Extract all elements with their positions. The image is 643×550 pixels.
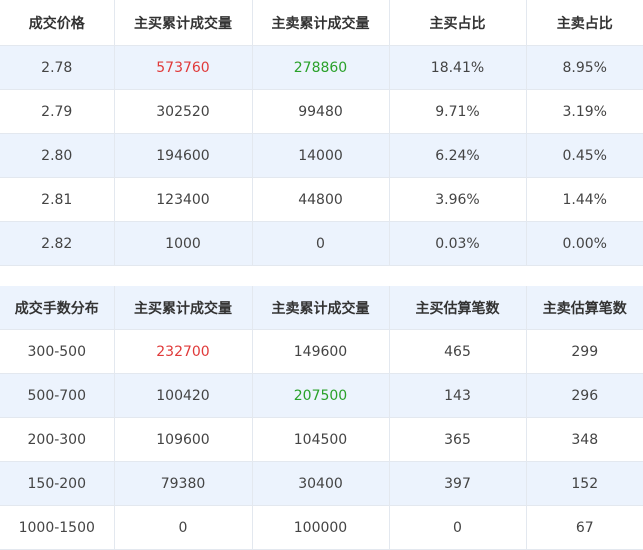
table-header-row: 成交手数分布 主买累计成交量 主卖累计成交量 主买估算笔数 主卖估算笔数 bbox=[0, 286, 643, 330]
table-row: 2.78 573760 278860 18.41% 8.95% bbox=[0, 45, 643, 90]
table-cell: 9.71% bbox=[389, 89, 527, 134]
table-cell: 2.81 bbox=[0, 177, 115, 222]
table-cell: 2.80 bbox=[0, 133, 115, 178]
table-cell: 14000 bbox=[252, 133, 390, 178]
column-header-sell-volume[interactable]: 主卖累计成交量 bbox=[252, 286, 390, 330]
column-header-buy-volume[interactable]: 主买累计成交量 bbox=[114, 0, 253, 46]
table-row: 2.80 194600 14000 6.24% 0.45% bbox=[0, 133, 643, 178]
table-cell: 573760 bbox=[114, 45, 253, 90]
table-cell: 18.41% bbox=[389, 45, 527, 90]
table-row: 500-700 100420 207500 143 296 bbox=[0, 373, 643, 418]
price-distribution-table: 成交价格 主买累计成交量 主卖累计成交量 主买占比 主卖占比 2.78 5737… bbox=[0, 0, 643, 266]
table-cell: 232700 bbox=[114, 329, 253, 374]
column-header-sell-volume[interactable]: 主卖累计成交量 bbox=[252, 0, 390, 46]
table-cell: 123400 bbox=[114, 177, 253, 222]
column-header-lot-range[interactable]: 成交手数分布 bbox=[0, 286, 115, 330]
table-cell: 296 bbox=[526, 373, 643, 418]
table-cell: 0 bbox=[389, 505, 527, 550]
table-cell: 299 bbox=[526, 329, 643, 374]
table-cell: 67 bbox=[526, 505, 643, 550]
column-header-sell-count[interactable]: 主卖估算笔数 bbox=[526, 286, 643, 330]
table-cell: 104500 bbox=[252, 417, 390, 462]
table-row: 2.81 123400 44800 3.96% 1.44% bbox=[0, 177, 643, 222]
table-cell: 150-200 bbox=[0, 461, 115, 506]
table-cell: 465 bbox=[389, 329, 527, 374]
table-cell: 2.78 bbox=[0, 45, 115, 90]
table-cell: 143 bbox=[389, 373, 527, 418]
table-cell: 100420 bbox=[114, 373, 253, 418]
table-cell: 278860 bbox=[252, 45, 390, 90]
table-cell: 300-500 bbox=[0, 329, 115, 374]
table-row: 2.82 1000 0 0.03% 0.00% bbox=[0, 221, 643, 266]
table-cell: 0 bbox=[252, 221, 390, 266]
table-row: 300-500 232700 149600 465 299 bbox=[0, 329, 643, 374]
table-cell: 3.96% bbox=[389, 177, 527, 222]
table-cell: 200-300 bbox=[0, 417, 115, 462]
table-header-row: 成交价格 主买累计成交量 主卖累计成交量 主买占比 主卖占比 bbox=[0, 0, 643, 46]
table-cell: 0.00% bbox=[526, 221, 643, 266]
column-header-sell-ratio[interactable]: 主卖占比 bbox=[526, 0, 643, 46]
column-header-buy-count[interactable]: 主买估算笔数 bbox=[389, 286, 527, 330]
column-header-buy-volume[interactable]: 主买累计成交量 bbox=[114, 286, 253, 330]
column-header-price[interactable]: 成交价格 bbox=[0, 0, 115, 46]
table-cell: 302520 bbox=[114, 89, 253, 134]
table-cell: 30400 bbox=[252, 461, 390, 506]
table-cell: 1000 bbox=[114, 221, 253, 266]
table-cell: 8.95% bbox=[526, 45, 643, 90]
table-cell: 348 bbox=[526, 417, 643, 462]
table-cell: 0.03% bbox=[389, 221, 527, 266]
table-cell: 99480 bbox=[252, 89, 390, 134]
table-cell: 500-700 bbox=[0, 373, 115, 418]
table-row: 2.79 302520 99480 9.71% 3.19% bbox=[0, 89, 643, 134]
table-row: 1000-1500 0 100000 0 67 bbox=[0, 505, 643, 550]
table-cell: 109600 bbox=[114, 417, 253, 462]
table-row: 200-300 109600 104500 365 348 bbox=[0, 417, 643, 462]
table-cell: 3.19% bbox=[526, 89, 643, 134]
table-cell: 149600 bbox=[252, 329, 390, 374]
table-spacer bbox=[0, 266, 643, 286]
lot-size-distribution-table: 成交手数分布 主买累计成交量 主卖累计成交量 主买估算笔数 主卖估算笔数 300… bbox=[0, 286, 643, 550]
column-header-buy-ratio[interactable]: 主买占比 bbox=[389, 0, 527, 46]
table-cell: 79380 bbox=[114, 461, 253, 506]
table-cell: 1000-1500 bbox=[0, 505, 115, 550]
table-cell: 0.45% bbox=[526, 133, 643, 178]
table-cell: 6.24% bbox=[389, 133, 527, 178]
table-cell: 2.79 bbox=[0, 89, 115, 134]
table-row: 150-200 79380 30400 397 152 bbox=[0, 461, 643, 506]
table-cell: 194600 bbox=[114, 133, 253, 178]
table-cell: 100000 bbox=[252, 505, 390, 550]
table-cell: 0 bbox=[114, 505, 253, 550]
table-cell: 2.82 bbox=[0, 221, 115, 266]
table-cell: 365 bbox=[389, 417, 527, 462]
table-cell: 1.44% bbox=[526, 177, 643, 222]
table-cell: 152 bbox=[526, 461, 643, 506]
table-cell: 397 bbox=[389, 461, 527, 506]
table-cell: 207500 bbox=[252, 373, 390, 418]
table-cell: 44800 bbox=[252, 177, 390, 222]
